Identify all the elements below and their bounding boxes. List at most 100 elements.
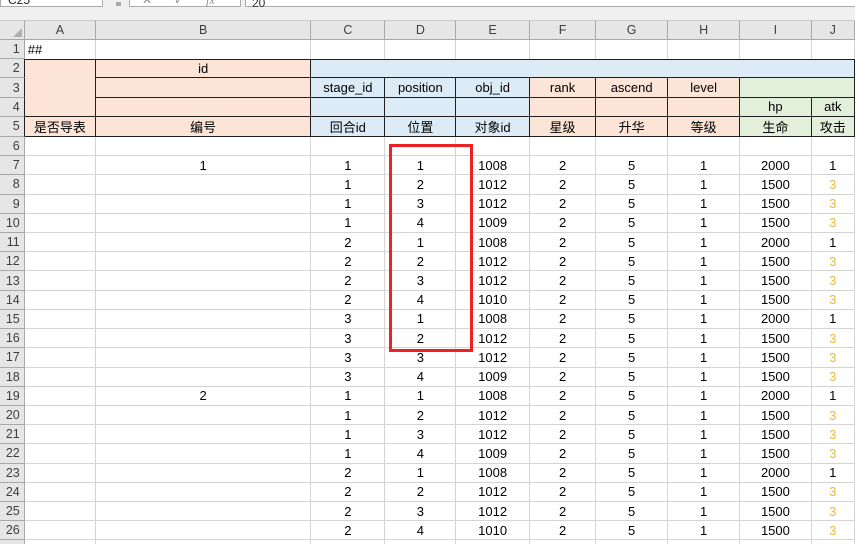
cell-J11[interactable]: 1 (812, 233, 855, 252)
cell-J4[interactable]: atk (812, 98, 855, 117)
cell-A24[interactable] (25, 483, 96, 502)
row-header-11[interactable]: 11 (0, 233, 25, 252)
cell-F1[interactable] (530, 40, 596, 59)
cell-G20[interactable]: 5 (596, 406, 668, 425)
cell-C7[interactable]: 1 (311, 156, 385, 175)
cell-J17[interactable]: 3 (812, 348, 855, 367)
cell-B27[interactable] (96, 540, 311, 544)
cell-A11[interactable] (25, 233, 96, 252)
cell-B4[interactable] (96, 98, 311, 117)
cell-C10[interactable]: 1 (311, 214, 385, 233)
cell-D24[interactable]: 2 (385, 483, 456, 502)
cell-J10[interactable]: 3 (812, 214, 855, 233)
cell-D1[interactable] (385, 40, 456, 59)
cell-I15[interactable]: 2000 (740, 310, 811, 329)
cell-C11[interactable]: 2 (311, 233, 385, 252)
cell-C9[interactable]: 1 (311, 195, 385, 214)
cell-A18[interactable] (25, 368, 96, 387)
enter-icon[interactable]: ✓ (174, 0, 184, 13)
cell-A20[interactable] (25, 406, 96, 425)
cell-H3[interactable]: level (668, 78, 740, 97)
row-header-10[interactable]: 10 (0, 214, 25, 233)
cell-G27[interactable]: 5 (596, 540, 668, 544)
cell-E23[interactable]: 1008 (456, 464, 530, 483)
cell-C12[interactable]: 2 (311, 252, 385, 271)
col-header-D[interactable]: D (385, 21, 456, 40)
cell-I12[interactable]: 1500 (740, 252, 811, 271)
cell-E22[interactable]: 1009 (456, 444, 530, 463)
cell-F9[interactable]: 2 (530, 195, 596, 214)
cell-F14[interactable]: 2 (530, 291, 596, 310)
cell-J15[interactable]: 1 (812, 310, 855, 329)
cell-I13[interactable]: 1500 (740, 271, 811, 290)
row-header-12[interactable]: 12 (0, 252, 25, 271)
cell-J27[interactable]: 1 (812, 540, 855, 544)
cell-J19[interactable]: 1 (812, 387, 855, 406)
cell-F11[interactable]: 2 (530, 233, 596, 252)
insert-function-icon[interactable]: fx (206, 0, 215, 13)
row-header-7[interactable]: 7 (0, 156, 25, 175)
cell-C22[interactable]: 1 (311, 444, 385, 463)
cell-H11[interactable]: 1 (668, 233, 740, 252)
row-header-5[interactable]: 5 (0, 117, 25, 137)
cell-C17[interactable]: 3 (311, 348, 385, 367)
cell-H14[interactable]: 1 (668, 291, 740, 310)
cell-C18[interactable]: 3 (311, 368, 385, 387)
cell-B23[interactable] (96, 464, 311, 483)
cell-C8[interactable]: 1 (311, 175, 385, 194)
cell-H7[interactable]: 1 (668, 156, 740, 175)
cell-A12[interactable] (25, 252, 96, 271)
cell-I5[interactable]: 生命 (740, 117, 811, 137)
cell-C25[interactable]: 2 (311, 502, 385, 521)
cell-E25[interactable]: 1012 (456, 502, 530, 521)
cell-H5[interactable]: 等级 (668, 117, 740, 137)
cell-E19[interactable]: 1008 (456, 387, 530, 406)
cell-B3[interactable] (96, 78, 311, 97)
cell-F22[interactable]: 2 (530, 444, 596, 463)
cell-B10[interactable] (96, 214, 311, 233)
cell-F6[interactable] (530, 137, 596, 156)
cell-H10[interactable]: 1 (668, 214, 740, 233)
cell-F15[interactable]: 2 (530, 310, 596, 329)
cell-C27[interactable]: 3 (311, 540, 385, 544)
cell-G23[interactable]: 5 (596, 464, 668, 483)
row-header-4[interactable]: 4 (0, 98, 25, 117)
cell-F8[interactable]: 2 (530, 175, 596, 194)
cell-B20[interactable] (96, 406, 311, 425)
cell-I10[interactable]: 1500 (740, 214, 811, 233)
cell-G3[interactable]: ascend (596, 78, 668, 97)
cell-E3[interactable]: obj_id (456, 78, 530, 97)
row-header-19[interactable]: 19 (0, 387, 25, 406)
cell-C16[interactable]: 3 (311, 329, 385, 348)
cell-B16[interactable] (96, 329, 311, 348)
col-header-J[interactable]: J (812, 21, 855, 40)
cell-H12[interactable]: 1 (668, 252, 740, 271)
cell-H1[interactable] (668, 40, 740, 59)
cell-A27[interactable] (25, 540, 96, 544)
col-header-B[interactable]: B (96, 21, 311, 40)
row-header-23[interactable]: 23 (0, 464, 25, 483)
cell-B5[interactable]: 编号 (96, 117, 311, 137)
cell-H4[interactable] (668, 98, 740, 117)
cell-F19[interactable]: 2 (530, 387, 596, 406)
cell-F3[interactable]: rank (530, 78, 596, 97)
cell-I19[interactable]: 2000 (740, 387, 811, 406)
cell-A9[interactable] (25, 195, 96, 214)
cell-F23[interactable]: 2 (530, 464, 596, 483)
cell-B6[interactable] (96, 137, 311, 156)
cell-F27[interactable]: 2 (530, 540, 596, 544)
cell-A8[interactable] (25, 175, 96, 194)
annotation-rectangle[interactable] (389, 144, 473, 352)
cell-C6[interactable] (311, 137, 385, 156)
cell-D4[interactable] (385, 98, 456, 117)
row-header-26[interactable]: 26 (0, 521, 25, 540)
cell-I20[interactable]: 1500 (740, 406, 811, 425)
cell-I8[interactable]: 1500 (740, 175, 811, 194)
cell-I26[interactable]: 1500 (740, 521, 811, 540)
col-header-A[interactable]: A (25, 21, 96, 40)
cell-A7[interactable] (25, 156, 96, 175)
cell-J26[interactable]: 3 (812, 521, 855, 540)
cell-A17[interactable] (25, 348, 96, 367)
cell-D3[interactable]: position (385, 78, 456, 97)
cancel-icon[interactable]: ✕ (142, 0, 152, 13)
